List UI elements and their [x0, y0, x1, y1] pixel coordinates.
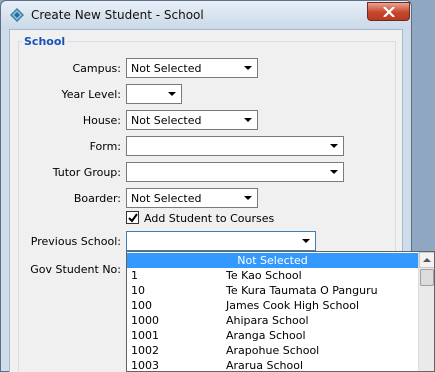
school-name: Arapohue School — [226, 344, 320, 357]
close-button[interactable] — [367, 2, 410, 21]
school-code: 100 — [131, 299, 152, 312]
list-item-not-selected[interactable]: Not Selected — [127, 253, 418, 268]
app-diamond-icon — [10, 8, 24, 22]
campus-value: Not Selected — [131, 62, 202, 75]
school-name: Ahipara School — [226, 314, 309, 327]
school-code: 10 — [131, 284, 145, 297]
chevron-down-icon[interactable] — [299, 234, 313, 248]
previous-school-select[interactable] — [126, 231, 316, 251]
chevron-down-icon[interactable] — [241, 61, 255, 75]
school-name: Te Kura Taumata O Panguru — [226, 284, 378, 297]
list-item[interactable]: 1000 Ahipara School — [127, 313, 418, 328]
tutor-group-label: Tutor Group: — [52, 166, 121, 179]
school-code: 1003 — [131, 359, 159, 372]
gov-student-no-label: Gov Student No: — [30, 263, 121, 276]
school-code: 1 — [131, 269, 138, 282]
list-item[interactable]: 100 James Cook High School — [127, 298, 418, 313]
checkmark-icon — [128, 213, 138, 223]
house-value: Not Selected — [131, 114, 202, 127]
year-level-select[interactable] — [126, 84, 182, 104]
scroll-up-icon[interactable] — [419, 252, 434, 268]
window-title: Create New Student - School — [31, 8, 204, 22]
form-select[interactable] — [126, 136, 344, 156]
list-item-label: Not Selected — [237, 254, 308, 267]
add-to-courses-checkbox[interactable] — [126, 211, 139, 224]
add-to-courses-label[interactable]: Add Student to Courses — [144, 212, 274, 225]
list-item[interactable]: 1003 Ararua School — [127, 358, 418, 372]
previous-school-dropdown[interactable]: Not Selected 1 Te Kao School 10 Te Kura … — [126, 251, 435, 372]
dropdown-scrollbar[interactable] — [418, 252, 434, 371]
chevron-down-icon[interactable] — [327, 165, 341, 179]
list-item[interactable]: 1001 Aranga School — [127, 328, 418, 343]
school-name: Ararua School — [226, 359, 304, 372]
list-item[interactable]: 1002 Arapohue School — [127, 343, 418, 358]
list-item[interactable]: 10 Te Kura Taumata O Panguru — [127, 283, 418, 298]
previous-school-label: Previous School: — [30, 235, 121, 248]
scroll-thumb[interactable] — [420, 269, 434, 286]
year-level-label: Year Level: — [61, 88, 121, 101]
campus-select[interactable]: Not Selected — [126, 58, 258, 78]
boarder-label: Boarder: — [73, 192, 121, 205]
close-icon — [383, 7, 395, 17]
school-code: 1002 — [131, 344, 159, 357]
group-title: School — [22, 35, 68, 48]
chevron-down-icon[interactable] — [327, 139, 341, 153]
house-select[interactable]: Not Selected — [126, 110, 258, 130]
school-name: Te Kao School — [226, 269, 302, 282]
tutor-group-select[interactable] — [126, 162, 344, 182]
form-label: Form: — [89, 140, 121, 153]
boarder-value: Not Selected — [131, 192, 202, 205]
list-item[interactable]: 1 Te Kao School — [127, 268, 418, 283]
school-code: 1001 — [131, 329, 159, 342]
school-code: 1000 — [131, 314, 159, 327]
chevron-down-icon[interactable] — [165, 87, 179, 101]
school-name: James Cook High School — [226, 299, 359, 312]
title-bar[interactable]: Create New Student - School — [1, 1, 411, 29]
house-label: House: — [82, 114, 121, 127]
campus-label: Campus: — [72, 62, 121, 75]
chevron-down-icon[interactable] — [241, 191, 255, 205]
school-name: Aranga School — [226, 329, 306, 342]
chevron-down-icon[interactable] — [241, 113, 255, 127]
boarder-select[interactable]: Not Selected — [126, 188, 258, 208]
